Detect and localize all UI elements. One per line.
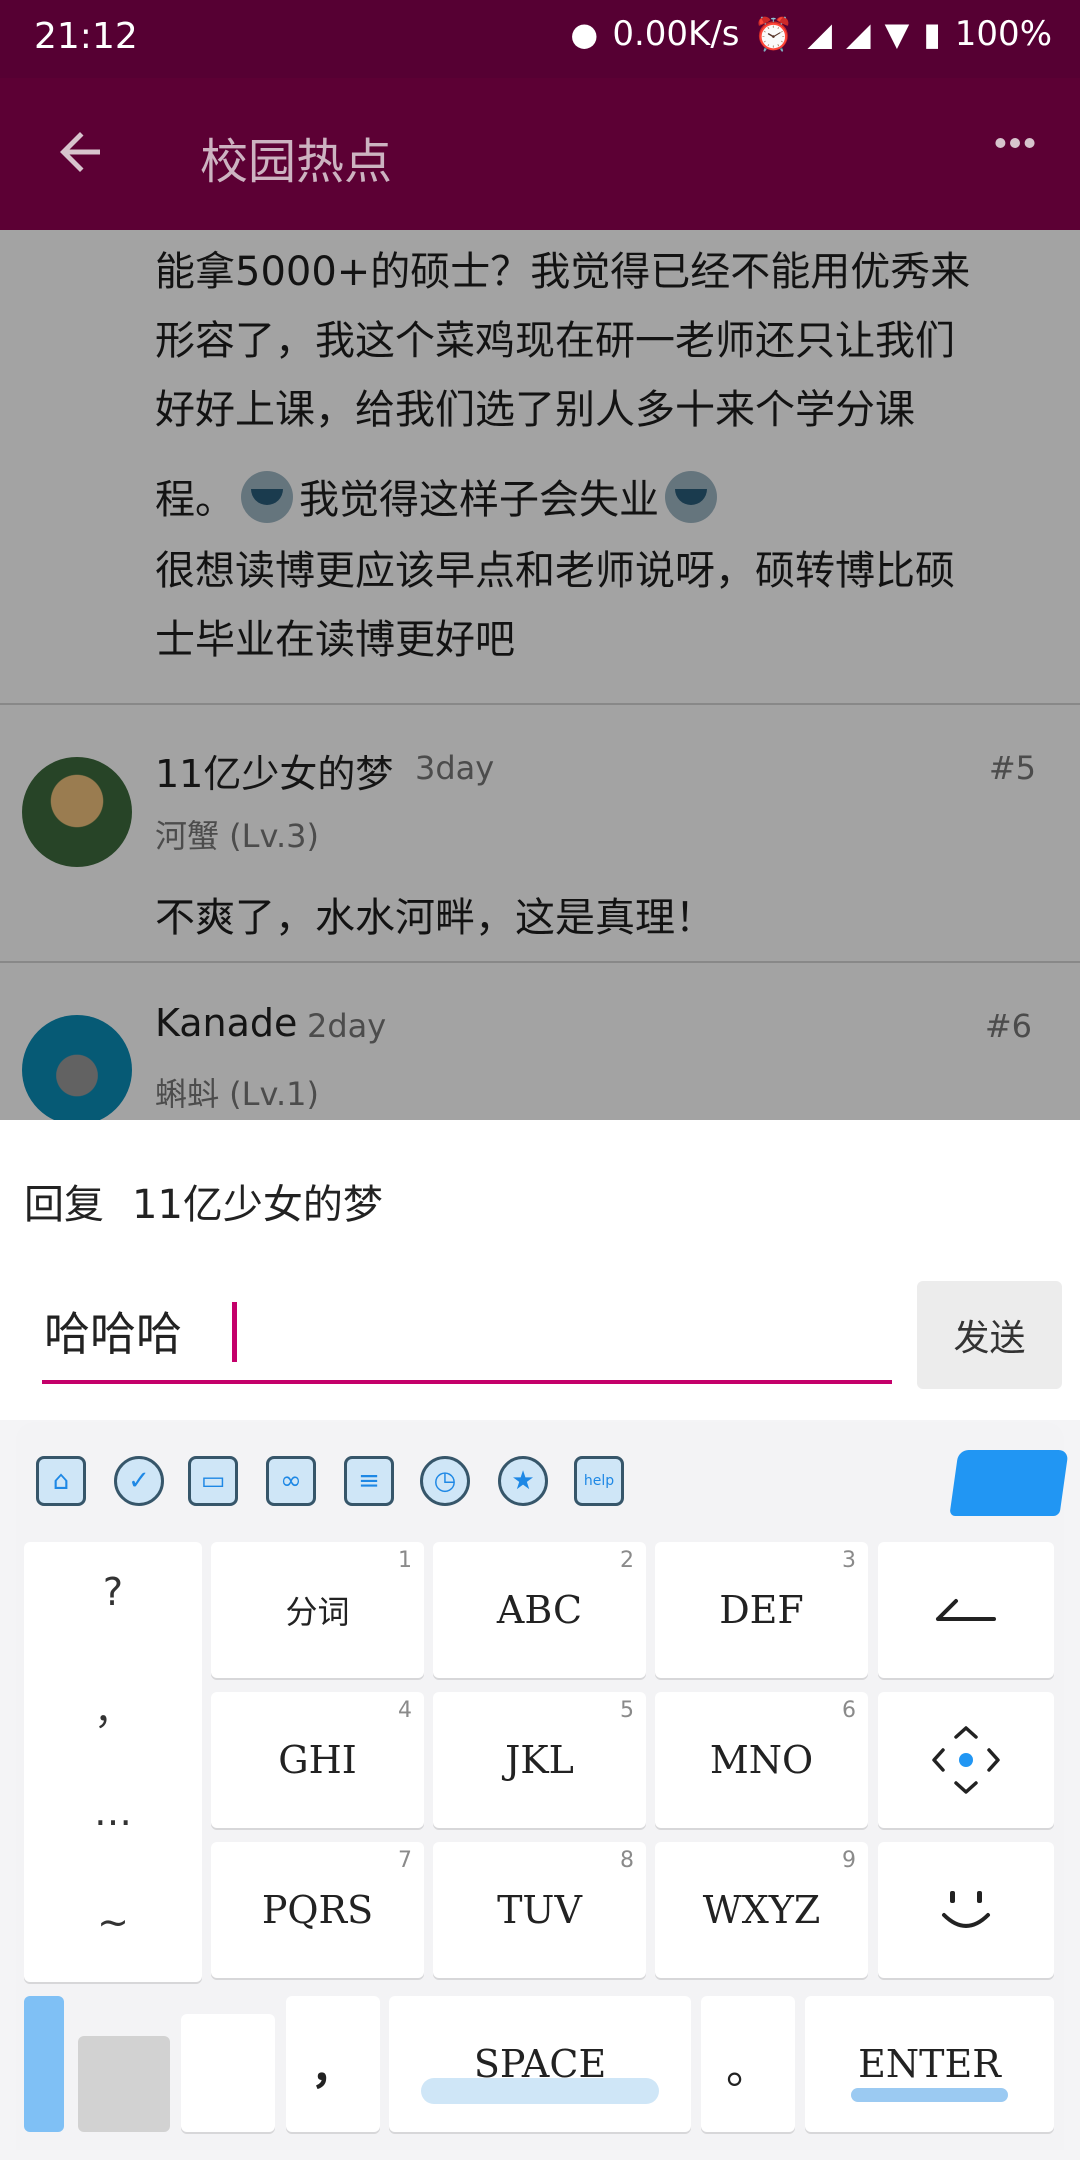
- more-horizontal-icon[interactable]: [990, 118, 1040, 179]
- alarm-icon: ⏰: [753, 15, 794, 53]
- key-label: WXYZ: [702, 1888, 821, 1932]
- symbol-key[interactable]: ，: [24, 1680, 202, 1735]
- space-key[interactable]: SPACE: [389, 1996, 691, 2132]
- key-label: DEF: [719, 1588, 804, 1632]
- battery-percent: 100%: [954, 14, 1052, 54]
- dim-overlay[interactable]: [0, 230, 1080, 1120]
- symbol-key[interactable]: ~: [24, 1900, 202, 1944]
- key-label: GHI: [278, 1738, 357, 1782]
- key-7[interactable]: PQRS 7: [211, 1842, 424, 1978]
- message-icon: ●: [570, 15, 599, 53]
- reply-input[interactable]: [44, 1288, 824, 1374]
- key-number: 8: [620, 1848, 634, 1873]
- page-title: 校园热点: [200, 134, 393, 190]
- key-label: TUV: [497, 1888, 582, 1932]
- status-time: 21:12: [34, 16, 138, 57]
- space-label: SPACE: [473, 2042, 607, 2086]
- enter-indicator: [851, 2088, 1008, 2102]
- app-bar: 校园热点: [0, 78, 1080, 230]
- wifi-icon: ▼: [884, 15, 910, 53]
- key-label: JKL: [505, 1738, 574, 1782]
- smile-icon: [942, 1891, 990, 1928]
- text-caret: [232, 1302, 237, 1362]
- network-speed: 0.00K/s: [612, 14, 740, 54]
- key-4[interactable]: GHI 4: [211, 1692, 424, 1828]
- symbol-key[interactable]: ?: [24, 1570, 202, 1614]
- check-icon[interactable]: ✓: [114, 1456, 164, 1506]
- key-5[interactable]: JKL 5: [433, 1692, 646, 1828]
- cursor-nav-key[interactable]: [878, 1692, 1054, 1828]
- reply-input-wrap[interactable]: [42, 1288, 892, 1384]
- status-right: ● 0.00K/s ⏰ ◢ ◢ ▼ ▮ 100%: [570, 14, 1052, 54]
- key-label: 分词: [285, 1593, 350, 1631]
- key-label: MNO: [709, 1738, 814, 1782]
- link-icon[interactable]: ∞: [266, 1456, 316, 1506]
- reply-label: 回复: [24, 1182, 104, 1228]
- key-label: ABC: [496, 1588, 583, 1632]
- battery-icon: ▮: [923, 15, 941, 53]
- clock-icon[interactable]: ◷: [420, 1456, 470, 1506]
- home-icon[interactable]: ⌂: [36, 1456, 86, 1506]
- symbol-column[interactable]: ? ， … ~: [24, 1542, 202, 1982]
- keyboard-mode-tab[interactable]: [949, 1450, 1069, 1516]
- key-number: 4: [398, 1698, 412, 1723]
- status-bar: 21:12 ● 0.00K/s ⏰ ◢ ◢ ▼ ▮ 100%: [0, 0, 1080, 78]
- keyboard-toolbar: ⌂ ✓ ▭ ∞ ≡ ◷ ★ help: [16, 1422, 1069, 1520]
- signal-icon: ◢: [807, 15, 832, 53]
- key-9[interactable]: WXYZ 9: [655, 1842, 868, 1978]
- key-8[interactable]: TUV 8: [433, 1842, 646, 1978]
- send-button[interactable]: 发送: [917, 1281, 1062, 1389]
- reply-panel: 回复 11亿少女的梦 发送: [0, 1120, 1080, 1420]
- backspace-key[interactable]: [878, 1542, 1054, 1678]
- key-number: 9: [842, 1848, 856, 1873]
- keyboard-icon[interactable]: ▭: [188, 1456, 238, 1506]
- signal-icon: ◢: [845, 15, 871, 53]
- key-2[interactable]: ABC 2: [433, 1542, 646, 1678]
- key-number: 2: [620, 1548, 634, 1573]
- ime-keyboard: ⌂ ✓ ▭ ∞ ≡ ◷ ★ help ? ， … ~ 分词 1 ABC 2 DE…: [16, 1422, 1069, 2150]
- reply-target-name: 11亿少女的梦: [132, 1182, 383, 1228]
- emoji-key[interactable]: [878, 1842, 1054, 1978]
- key-3[interactable]: DEF 3: [655, 1542, 868, 1678]
- symbol-key[interactable]: …: [24, 1790, 202, 1834]
- star-icon[interactable]: ★: [498, 1456, 548, 1506]
- key-number: 3: [842, 1548, 856, 1573]
- enter-key[interactable]: ENTER: [805, 1996, 1054, 2132]
- key-6[interactable]: MNO 6: [655, 1692, 868, 1828]
- key-number: 7: [398, 1848, 412, 1873]
- key-number: 5: [620, 1698, 634, 1723]
- backspace-icon: [936, 1599, 996, 1621]
- cursor-move-icon: [932, 1726, 1000, 1794]
- period-key[interactable]: 。: [701, 1996, 795, 2132]
- help-icon[interactable]: help: [574, 1456, 624, 1506]
- enter-label: ENTER: [858, 2042, 1001, 2086]
- key-label: PQRS: [261, 1888, 374, 1932]
- key-number: 6: [842, 1698, 856, 1723]
- blank-key[interactable]: [181, 2014, 275, 2132]
- key-1[interactable]: 分词 1: [211, 1542, 424, 1678]
- comma-key[interactable]: ，: [286, 1996, 380, 2132]
- document-icon[interactable]: ≡: [344, 1456, 394, 1506]
- switch-keyboard-key[interactable]: [78, 2036, 170, 2132]
- keyboard-side-handle[interactable]: [24, 1996, 64, 2132]
- arrow-left-icon[interactable]: [50, 122, 110, 182]
- key-number: 1: [398, 1548, 412, 1573]
